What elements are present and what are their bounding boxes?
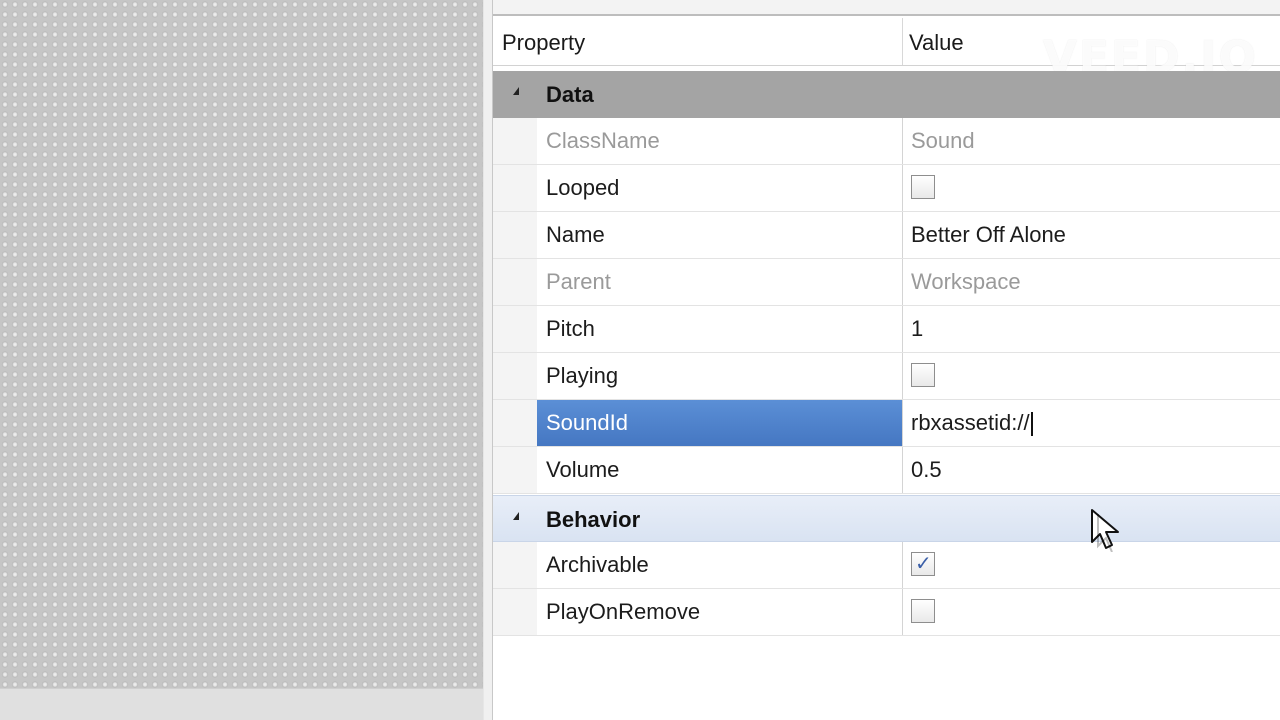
row-gutter xyxy=(493,259,537,305)
row-gutter xyxy=(493,589,537,635)
text-caret xyxy=(1030,412,1033,437)
property-row-volume[interactable]: Volume 0.5 xyxy=(493,447,1280,494)
property-row-archivable[interactable]: Archivable ✓ xyxy=(493,542,1280,589)
property-name: Playing xyxy=(546,363,619,388)
property-name: Parent xyxy=(546,269,611,294)
property-name: Archivable xyxy=(546,552,649,577)
property-value xyxy=(903,589,1280,635)
property-name: Name xyxy=(546,222,605,247)
property-name: PlayOnRemove xyxy=(546,599,701,624)
value-column-header: Value xyxy=(909,30,964,55)
checkmark-icon: ✓ xyxy=(915,551,932,575)
property-row-pitch[interactable]: Pitch 1 xyxy=(493,306,1280,353)
row-gutter xyxy=(493,165,537,211)
row-gutter xyxy=(493,400,537,446)
category-label: Behavior xyxy=(546,507,641,532)
row-gutter xyxy=(493,353,537,399)
column-divider[interactable] xyxy=(902,18,903,65)
row-gutter xyxy=(493,306,537,352)
property-row-looped[interactable]: Looped xyxy=(493,165,1280,212)
viewport-bottom-bar xyxy=(0,688,483,720)
pitch-value-field[interactable]: 1 xyxy=(903,306,1280,352)
properties-panel: Property Value VEED.IO Data ClassName So… xyxy=(493,0,1280,720)
volume-value-field[interactable]: 0.5 xyxy=(903,447,1280,493)
row-gutter xyxy=(493,212,537,258)
property-value: Workspace xyxy=(911,269,1021,294)
looped-checkbox[interactable] xyxy=(911,175,935,199)
property-value xyxy=(903,165,1280,211)
mouse-pointer-icon xyxy=(1091,509,1119,552)
playonremove-checkbox[interactable] xyxy=(911,599,935,623)
property-name: Pitch xyxy=(546,316,595,341)
collapse-arrow-icon[interactable] xyxy=(513,512,519,520)
panel-title-bar xyxy=(493,0,1280,16)
row-gutter xyxy=(493,447,537,493)
property-row-soundid[interactable]: SoundId rbxassetid:// xyxy=(493,400,1280,447)
property-name: Looped xyxy=(546,175,620,200)
category-data[interactable]: Data xyxy=(493,71,1280,118)
category-behavior[interactable]: Behavior xyxy=(493,495,1280,542)
property-row-playonremove[interactable]: PlayOnRemove xyxy=(493,589,1280,636)
property-name: ClassName xyxy=(546,128,660,153)
property-row-parent[interactable]: Parent Workspace xyxy=(493,259,1280,306)
row-gutter xyxy=(493,118,537,164)
soundid-text: rbxassetid:// xyxy=(911,410,1030,435)
name-value-field[interactable]: Better Off Alone xyxy=(903,212,1280,258)
property-row-name[interactable]: Name Better Off Alone xyxy=(493,212,1280,259)
studio-window: Property Value VEED.IO Data ClassName So… xyxy=(0,0,1280,720)
category-label: Data xyxy=(546,82,594,107)
playing-checkbox[interactable] xyxy=(911,363,935,387)
property-value xyxy=(903,353,1280,399)
panel-splitter[interactable] xyxy=(483,0,493,720)
3d-viewport-baseplate[interactable] xyxy=(0,0,483,688)
property-value: Sound xyxy=(911,128,975,153)
row-gutter xyxy=(493,542,537,588)
properties-header: Property Value VEED.IO xyxy=(493,18,1280,83)
soundid-input[interactable]: rbxassetid:// xyxy=(903,400,1280,446)
property-name: SoundId xyxy=(537,400,902,446)
property-name: Volume xyxy=(546,457,620,482)
collapse-arrow-icon[interactable] xyxy=(513,87,519,95)
property-row-playing[interactable]: Playing xyxy=(493,353,1280,400)
property-row-classname[interactable]: ClassName Sound xyxy=(493,118,1280,165)
archivable-checkbox[interactable]: ✓ xyxy=(911,551,935,576)
property-column-header: Property xyxy=(502,30,586,55)
